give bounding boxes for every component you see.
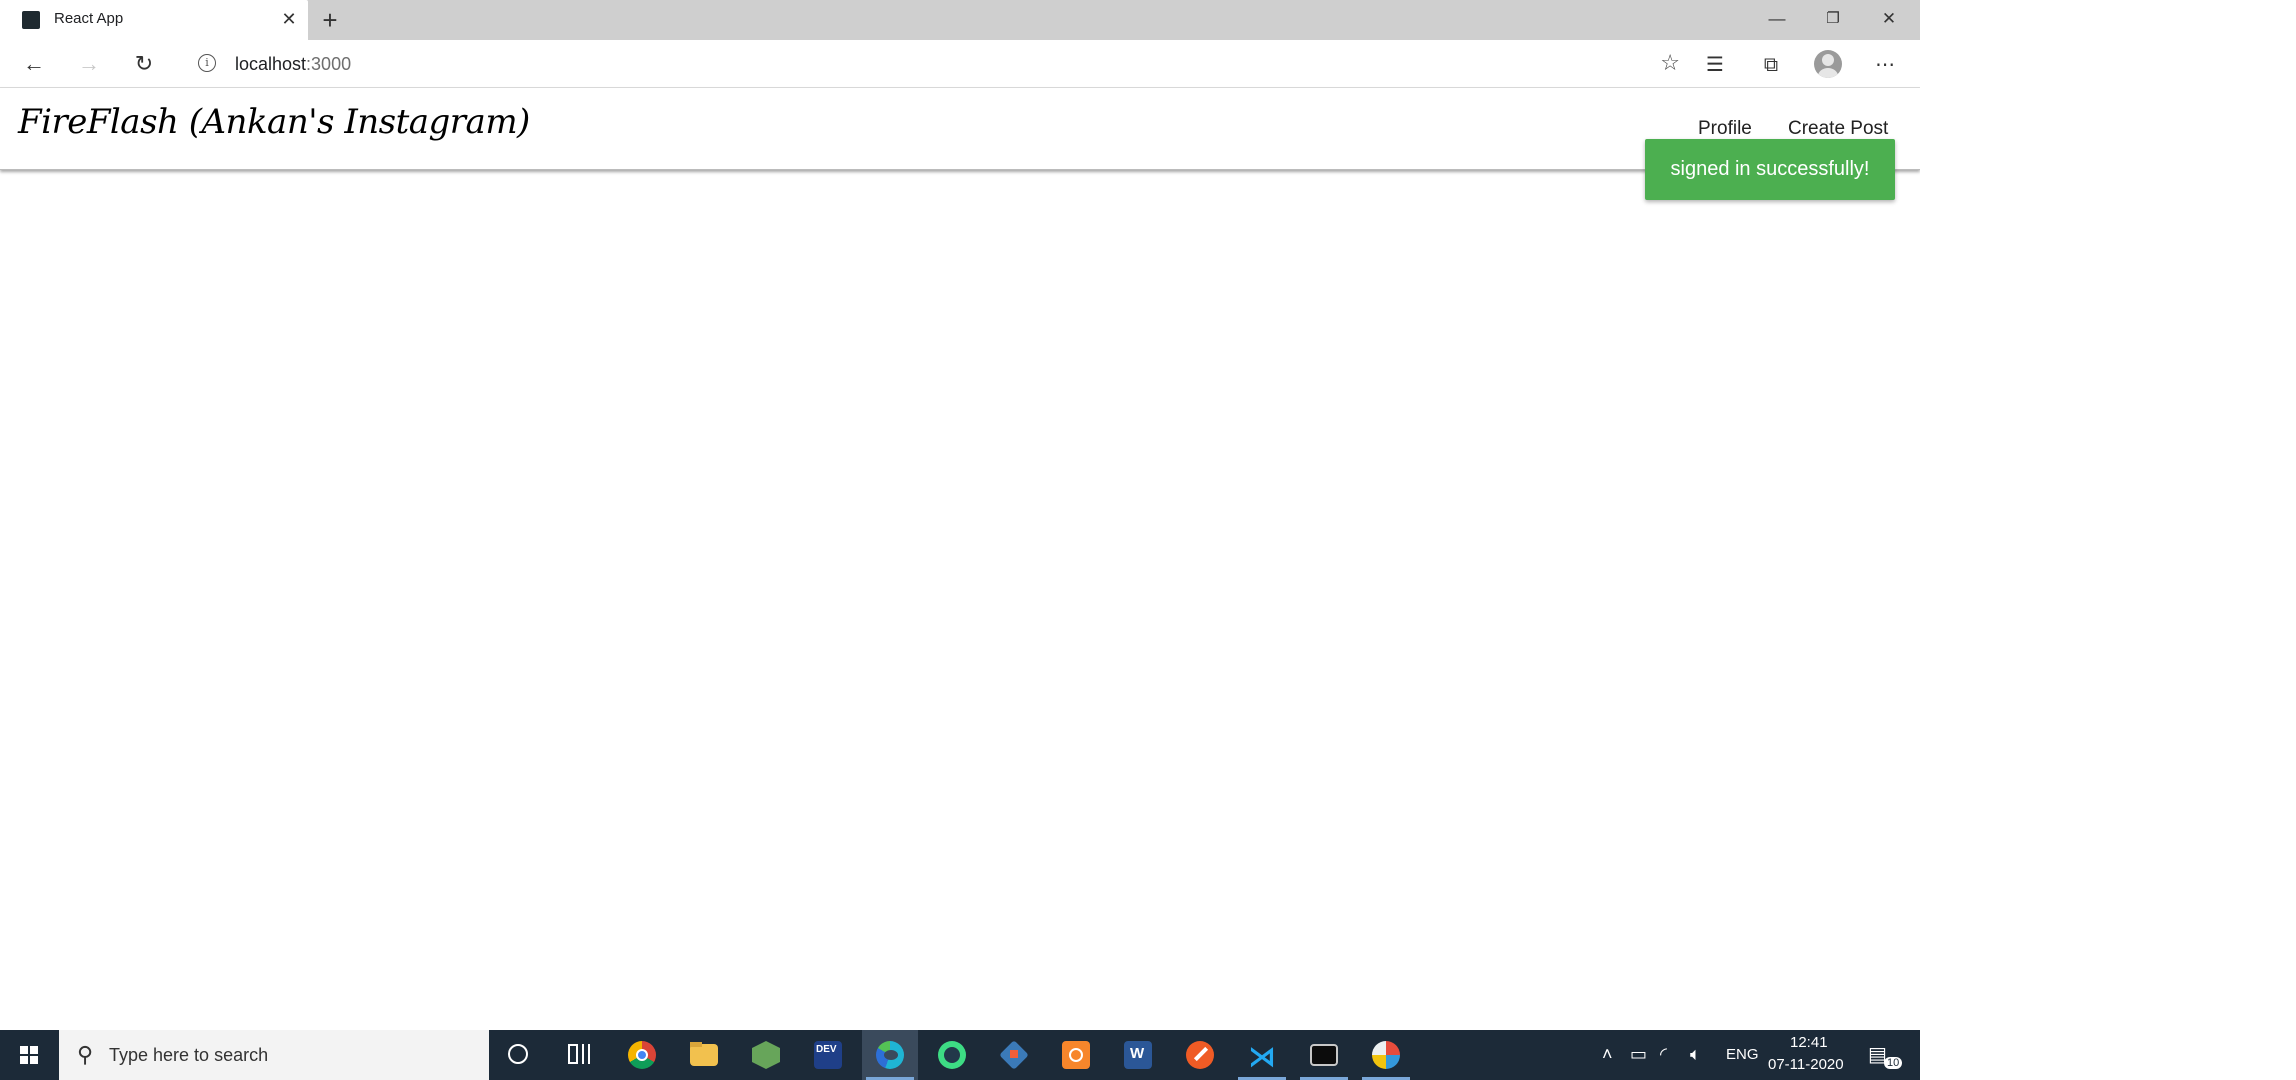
search-icon: ⚲ xyxy=(77,1042,94,1067)
file-explorer-icon[interactable] xyxy=(676,1030,732,1080)
volume-icon[interactable]: 🔈︎ xyxy=(1690,1044,1701,1065)
brand-logo[interactable]: FireFlash (Ankan's Instagram) xyxy=(18,102,530,142)
search-placeholder: Type here to search xyxy=(109,1045,269,1065)
paint-icon[interactable] xyxy=(1358,1030,1414,1080)
show-hidden-icons-icon[interactable]: ˄ xyxy=(1602,1044,1613,1065)
browser-toolbar: ← → ↻ i localhost:3000 ☆ ☰ ⧉ ⋯ xyxy=(0,40,1920,88)
back-arrow-icon[interactable]: ← xyxy=(18,48,50,80)
nav-link-profile[interactable]: Profile xyxy=(1698,118,1752,140)
maximize-icon[interactable]: ❐ xyxy=(1810,4,1856,34)
cortana-icon[interactable] xyxy=(490,1030,546,1080)
favorite-star-icon[interactable]: ☆ xyxy=(1660,50,1680,76)
forward-arrow-icon[interactable]: → xyxy=(73,48,105,80)
taskbar-search-box[interactable]: ⚲ Type here to search xyxy=(59,1030,489,1080)
nodejs-icon[interactable] xyxy=(738,1030,794,1080)
clock-date[interactable]: 07-11-2020 xyxy=(1768,1056,1844,1073)
windows-taskbar: ⚲ Type here to search DEV W ⋊ ˄ ▭ ◜ 🔈︎ E… xyxy=(0,1030,1920,1080)
tab-close-icon[interactable]: ✕ xyxy=(277,7,301,31)
app-navbar: FireFlash (Ankan's Instagram) Profile Cr… xyxy=(0,88,1920,170)
task-view-icon[interactable] xyxy=(552,1030,608,1080)
profile-avatar[interactable] xyxy=(1814,50,1842,78)
collections-icon[interactable]: ⧉ xyxy=(1756,50,1786,80)
browser-tab[interactable]: React App ✕ xyxy=(0,0,308,40)
start-button[interactable] xyxy=(0,1030,58,1080)
url-text: localhost:3000 xyxy=(235,54,352,74)
nav-link-create-post[interactable]: Create Post xyxy=(1788,118,1888,140)
more-options-icon[interactable]: ⋯ xyxy=(1870,50,1900,80)
site-info-icon[interactable]: i xyxy=(198,54,216,72)
clock-time[interactable]: 12:41 xyxy=(1790,1034,1828,1051)
browser-tab-strip: React App ✕ + — ❐ ✕ xyxy=(0,0,1920,40)
windows-logo-icon xyxy=(20,1046,38,1064)
favorites-icon[interactable]: ☰ xyxy=(1700,50,1730,80)
screen: React App ✕ + — ❐ ✕ ← → ↻ i localhost:30… xyxy=(0,0,1920,1080)
tab-title: React App xyxy=(54,10,124,27)
gitkraken-icon[interactable] xyxy=(986,1030,1042,1080)
terminal-icon[interactable] xyxy=(1296,1030,1352,1080)
edge-browser-icon[interactable] xyxy=(862,1030,918,1080)
xampp-icon[interactable] xyxy=(1048,1030,1104,1080)
new-tab-button[interactable]: + xyxy=(315,5,345,35)
language-indicator[interactable]: ENG xyxy=(1726,1046,1759,1063)
address-bar[interactable]: i localhost:3000 ☆ xyxy=(180,46,1688,82)
android-studio-icon[interactable] xyxy=(924,1030,980,1080)
postman-icon[interactable] xyxy=(1172,1030,1228,1080)
refresh-icon[interactable]: ↻ xyxy=(128,48,160,80)
battery-icon[interactable]: ▭ xyxy=(1630,1044,1647,1065)
success-toast: signed in successfully! xyxy=(1645,139,1895,200)
react-favicon-icon xyxy=(22,11,40,29)
word-icon[interactable]: W xyxy=(1110,1030,1166,1080)
notification-count-badge: 10 xyxy=(1884,1057,1903,1069)
vscode-icon[interactable]: ⋊ xyxy=(1234,1030,1290,1080)
window-close-icon[interactable]: ✕ xyxy=(1866,4,1912,34)
chrome-icon[interactable] xyxy=(614,1030,670,1080)
minimize-icon[interactable]: — xyxy=(1754,4,1800,34)
wifi-icon[interactable]: ◜ xyxy=(1660,1044,1667,1065)
dev-cpp-icon[interactable]: DEV xyxy=(800,1030,856,1080)
